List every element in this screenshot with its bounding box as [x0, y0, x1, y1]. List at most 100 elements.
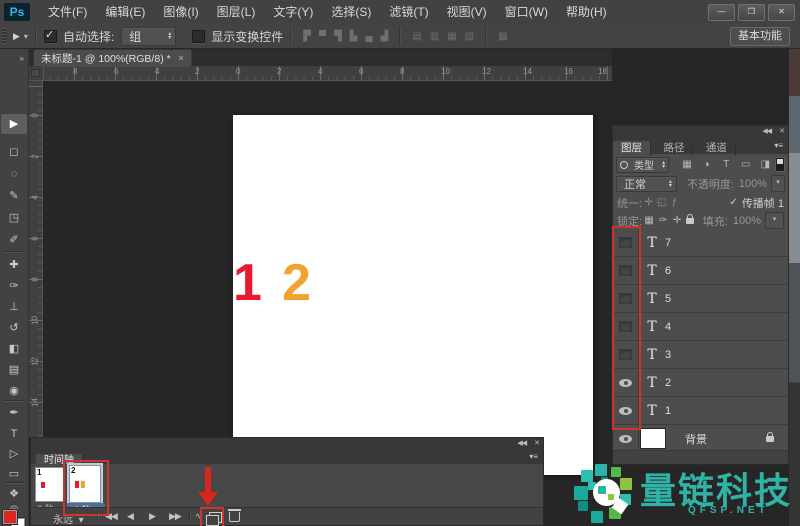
menu-select[interactable]: 选择(S) — [322, 0, 380, 24]
layer-row-5[interactable]: T 5 — [613, 285, 788, 313]
opacity-value[interactable]: 100% — [739, 178, 767, 190]
lock-transparency-icon[interactable]: ▦ — [642, 215, 656, 226]
visibility-toggle[interactable] — [613, 397, 639, 424]
filter-smart-objects-icon[interactable]: ◨ — [756, 159, 776, 170]
align-left-icon[interactable]: ▙ — [346, 31, 362, 42]
previous-frame-button[interactable]: ◀ — [127, 511, 133, 522]
menu-edit[interactable]: 编辑(E) — [96, 0, 154, 24]
visibility-toggle[interactable] — [613, 313, 639, 340]
loop-dropdown[interactable]: 永远 ▾ — [53, 511, 84, 526]
brush-tool[interactable]: ✑ — [0, 276, 28, 296]
animation-frame-1[interactable]: 1 — [35, 467, 65, 502]
history-brush-tool[interactable]: ↺ — [0, 318, 28, 338]
auto-align-layers-icon[interactable]: ▩ — [494, 31, 511, 42]
show-transform-checkbox[interactable] — [192, 30, 205, 43]
layer-row-7[interactable]: T 7 — [613, 229, 788, 257]
align-hcenter-icon[interactable]: ▄ — [362, 31, 377, 42]
layer-row-background[interactable]: 背景 — [613, 425, 788, 453]
layer-row-4[interactable]: T 4 — [613, 313, 788, 341]
menu-filter[interactable]: 滤镜(T) — [380, 0, 437, 24]
toolbar-collapse-icon[interactable]: » — [0, 49, 28, 69]
tab-layers[interactable]: 图层 — [613, 141, 651, 156]
filter-kind-dropdown[interactable]: 类型 ▴▾ — [616, 157, 669, 173]
filter-pixel-layers-icon[interactable]: ▦ — [677, 159, 697, 170]
align-vcenter-icon[interactable]: ▀ — [315, 31, 330, 42]
blend-mode-dropdown[interactable]: 正常 ▴▾ — [616, 176, 677, 192]
align-bottom-icon[interactable]: ▜ — [330, 31, 346, 42]
clone-stamp-tool[interactable]: ⊥ — [0, 297, 28, 317]
menu-image[interactable]: 图像(I) — [154, 0, 207, 24]
lock-pixels-icon[interactable]: ✑ — [656, 215, 670, 226]
eyedropper-tool[interactable]: ✐ — [0, 230, 28, 250]
unify-visibility-icon[interactable]: ◱ — [655, 197, 668, 208]
quick-selection-tool[interactable]: ✎ — [0, 186, 28, 206]
opacity-caret-button[interactable]: ▾ — [771, 175, 785, 192]
move-tool[interactable]: ▶ — [1, 114, 27, 134]
panel-close-icon[interactable]: ✕ — [779, 127, 784, 135]
visibility-toggle[interactable] — [613, 285, 639, 312]
visibility-toggle[interactable] — [613, 425, 639, 452]
filter-adjustment-layers-icon[interactable]: ◑ — [697, 159, 717, 170]
distribute-bottom-icon[interactable]: ▦ — [443, 31, 460, 42]
type-tool[interactable]: T — [0, 424, 28, 444]
maximize-button[interactable]: ❐ — [738, 4, 765, 21]
unify-position-icon[interactable]: ✛ — [642, 197, 655, 208]
panel-collapse-icon[interactable]: ◀◀ — [517, 439, 526, 447]
pen-tool[interactable]: ✒ — [0, 403, 28, 423]
tween-button[interactable]: ∿ — [195, 511, 202, 522]
panel-menu-icon[interactable]: ▾≡ — [529, 452, 538, 461]
distribute-left-icon[interactable]: ▧ — [461, 31, 478, 42]
layer-row-3[interactable]: T 3 — [613, 341, 788, 369]
filter-type-layers-icon[interactable]: T — [716, 159, 736, 170]
layer-row-1[interactable]: T 1 — [613, 397, 788, 425]
tab-paths[interactable]: 路径 — [655, 141, 693, 156]
panel-close-icon[interactable]: ✕ — [534, 439, 539, 447]
filter-shape-layers-icon[interactable]: ▭ — [736, 159, 756, 170]
first-frame-button[interactable]: ◀◀ — [105, 511, 117, 522]
blur-tool[interactable]: ◉ — [0, 381, 28, 401]
align-top-icon[interactable]: ▛ — [299, 31, 315, 42]
auto-select-dropdown[interactable]: 组 ▴▾ — [121, 27, 176, 46]
layer-row-6[interactable]: T 6 — [613, 257, 788, 285]
tool-preset-caret-icon[interactable]: ▾ — [24, 32, 28, 41]
distribute-vcenter-icon[interactable]: ▥ — [426, 31, 443, 42]
align-right-icon[interactable]: ▟ — [377, 31, 393, 42]
tab-close-icon[interactable]: ✕ — [178, 54, 185, 63]
filter-toggle-switch[interactable] — [775, 157, 785, 172]
panel-collapse-icon[interactable]: ◀◀ — [762, 127, 771, 135]
fill-caret-button[interactable]: ▾ — [765, 212, 784, 229]
menu-type[interactable]: 文字(Y) — [264, 0, 322, 24]
eraser-tool[interactable]: ◧ — [0, 339, 28, 359]
marquee-tool[interactable]: ◻ — [0, 142, 28, 162]
minimize-button[interactable]: — — [708, 4, 735, 21]
document-canvas[interactable]: 1 2 — [233, 115, 593, 475]
propagate-checkbox[interactable]: ✓ — [729, 197, 737, 208]
menu-view[interactable]: 视图(V) — [438, 0, 496, 24]
document-tab[interactable]: 未标题-1 @ 100%(RGB/8) * ✕ — [33, 49, 192, 67]
visibility-toggle[interactable] — [613, 229, 639, 256]
auto-select-checkbox[interactable] — [44, 30, 57, 43]
play-button[interactable]: ▶ — [149, 511, 155, 522]
menu-help[interactable]: 帮助(H) — [557, 0, 616, 24]
gradient-tool[interactable]: ▤ — [0, 360, 28, 380]
path-selection-tool[interactable]: ▷ — [0, 444, 28, 464]
animation-frame-2[interactable]: 2 — [69, 465, 101, 503]
menu-window[interactable]: 窗口(W) — [496, 0, 557, 24]
workspace-button[interactable]: 基本功能 — [730, 27, 790, 46]
layer-row-2[interactable]: T 2 — [613, 369, 788, 397]
unify-style-icon[interactable]: ƒ — [668, 197, 681, 208]
menu-layer[interactable]: 图层(L) — [208, 0, 265, 24]
lasso-tool[interactable]: ◌ — [0, 164, 28, 184]
lock-all-icon[interactable] — [686, 218, 694, 224]
visibility-toggle[interactable] — [613, 341, 639, 368]
healing-brush-tool[interactable]: ✚ — [0, 255, 28, 275]
distribute-top-icon[interactable]: ▤ — [408, 31, 425, 42]
tab-channels[interactable]: 通道 — [698, 141, 736, 156]
crop-tool[interactable]: ◳ — [0, 208, 28, 228]
visibility-toggle[interactable] — [613, 257, 639, 284]
fill-value[interactable]: 100% — [733, 215, 761, 227]
new-frame-button[interactable] — [209, 512, 222, 523]
panel-menu-icon[interactable]: ▾≡ — [774, 141, 783, 150]
delete-frame-button[interactable] — [229, 512, 240, 522]
move-tool-preset-icon[interactable]: ▶ — [13, 31, 20, 42]
